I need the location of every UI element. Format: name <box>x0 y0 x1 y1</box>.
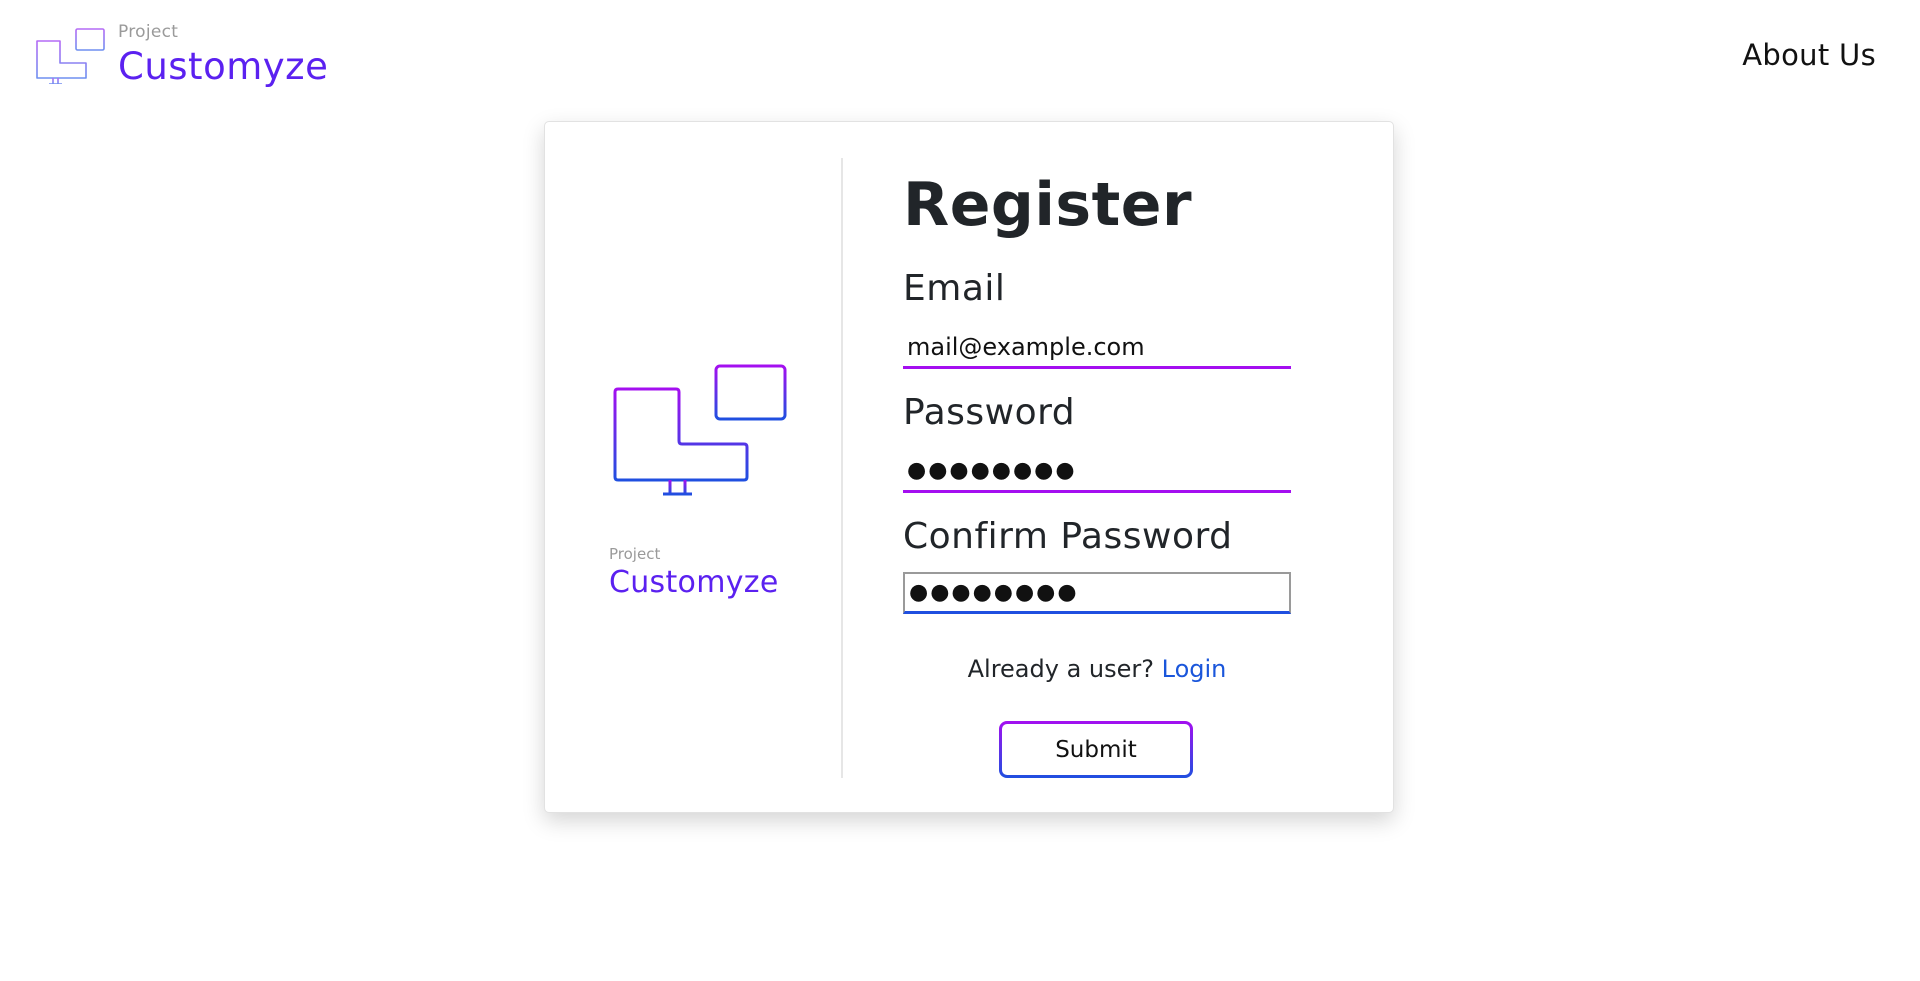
brand-name: Customyze <box>118 45 329 88</box>
side-brand-small-label: Project <box>609 545 661 563</box>
password-field[interactable] <box>903 451 1291 493</box>
form-title: Register <box>903 170 1193 240</box>
password-label: Password <box>903 392 1076 433</box>
already-user-label: Already a user? <box>967 655 1154 683</box>
register-form: Register Email Password Confirm Password… <box>903 122 1363 812</box>
card-brand-panel: Project Customyze <box>545 158 843 778</box>
already-user-text: Already a user? Login <box>903 655 1291 683</box>
brand-logo-icon <box>36 28 105 84</box>
brand-home-link[interactable]: Project Customyze <box>34 22 328 85</box>
side-brand-name: Customyze <box>609 565 779 600</box>
confirm-password-field[interactable] <box>903 572 1291 614</box>
confirm-password-label: Confirm Password <box>903 516 1233 557</box>
brand-small-label: Project <box>118 22 179 42</box>
register-card: Project Customyze Register Email Passwor… <box>544 121 1394 813</box>
submit-button[interactable]: Submit <box>999 721 1193 778</box>
navbar: Project Customyze About Us <box>0 0 1920 110</box>
email-label: Email <box>903 268 1006 309</box>
submit-button-label[interactable]: Submit <box>1002 724 1190 775</box>
login-link[interactable]: Login <box>1162 655 1227 683</box>
about-us-link[interactable]: About Us <box>1742 38 1876 72</box>
email-field[interactable] <box>903 327 1291 369</box>
side-logo-icon <box>613 364 787 496</box>
